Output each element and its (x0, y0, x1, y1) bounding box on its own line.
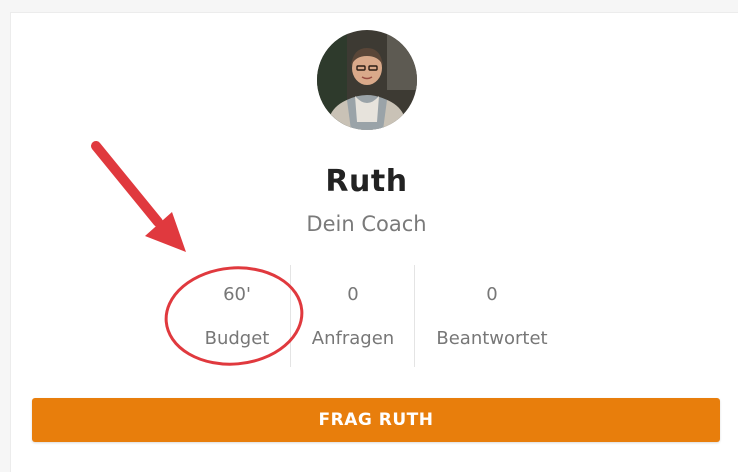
stat-divider (414, 265, 415, 367)
stat-budget-label: Budget (204, 328, 270, 349)
coach-role: Dein Coach (306, 212, 427, 236)
stat-anfragen-label: Anfragen (311, 328, 395, 349)
stat-budget-value: 60' (223, 284, 251, 305)
coach-name: Ruth (325, 164, 408, 199)
avatar-photo (317, 30, 417, 130)
stat-beantwortet-value: 0 (486, 284, 498, 305)
frag-ruth-button[interactable]: FRAG RUTH (32, 398, 720, 442)
stat-anfragen-value: 0 (347, 284, 359, 305)
coach-avatar (317, 30, 417, 130)
stat-beantwortet-label: Beantwortet (436, 328, 548, 349)
stat-divider (290, 265, 291, 367)
